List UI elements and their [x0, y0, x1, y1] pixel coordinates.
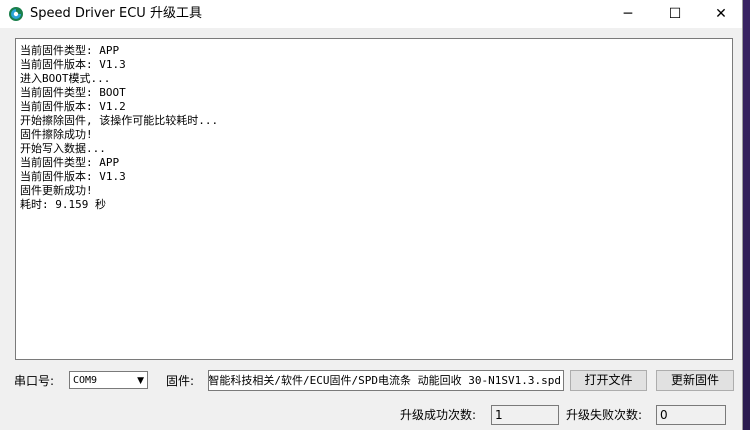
open-file-button[interactable]: 打开文件	[570, 370, 647, 391]
app-window: Speed Driver ECU 升级工具 ─ ☐ ✕ 当前固件类型: APP …	[0, 0, 743, 430]
log-line: 固件更新成功!	[20, 184, 93, 197]
log-line: 当前固件版本: V1.3	[20, 58, 126, 71]
log-line: 进入BOOT模式...	[20, 72, 111, 85]
update-firmware-button[interactable]: 更新固件	[656, 370, 734, 391]
log-line: 当前固件类型: APP	[20, 156, 120, 169]
app-icon	[9, 7, 23, 21]
log-line: 开始擦除固件, 该操作可能比较耗时...	[20, 114, 219, 127]
success-count-field: 1	[491, 405, 559, 425]
log-output[interactable]: 当前固件类型: APP 当前固件版本: V1.3 进入BOOT模式... 当前固…	[15, 38, 733, 360]
close-button[interactable]: ✕	[698, 0, 744, 28]
serial-port-label: 串口号:	[14, 374, 55, 388]
log-line: 当前固件类型: BOOT	[20, 86, 126, 99]
firmware-path-value: 智能科技相关/软件/ECU固件/SPD电流条 动能回收 30-N1SV1.3.s…	[208, 374, 561, 387]
log-line: 当前固件类型: APP	[20, 44, 120, 57]
serial-port-value: COM9	[73, 375, 98, 386]
chevron-down-icon: ▼	[137, 376, 144, 386]
log-line: 耗时: 9.159 秒	[20, 198, 106, 211]
title-bar: Speed Driver ECU 升级工具 ─ ☐ ✕	[0, 0, 742, 28]
log-line: 固件擦除成功!	[20, 128, 93, 141]
firmware-label: 固件:	[166, 374, 195, 388]
serial-port-select[interactable]: COM9 ▼	[69, 371, 148, 389]
log-line: 当前固件版本: V1.3	[20, 170, 126, 183]
minimize-button[interactable]: ─	[605, 0, 651, 28]
firmware-path-field[interactable]: 智能科技相关/软件/ECU固件/SPD电流条 动能回收 30-N1SV1.3.s…	[208, 370, 564, 391]
window-title: Speed Driver ECU 升级工具	[30, 6, 202, 21]
success-count-label: 升级成功次数:	[400, 408, 477, 422]
maximize-button[interactable]: ☐	[652, 0, 698, 28]
log-line: 当前固件版本: V1.2	[20, 100, 126, 113]
fail-count-label: 升级失败次数:	[566, 408, 643, 422]
log-line: 开始写入数据...	[20, 142, 106, 155]
fail-count-field: 0	[656, 405, 726, 425]
